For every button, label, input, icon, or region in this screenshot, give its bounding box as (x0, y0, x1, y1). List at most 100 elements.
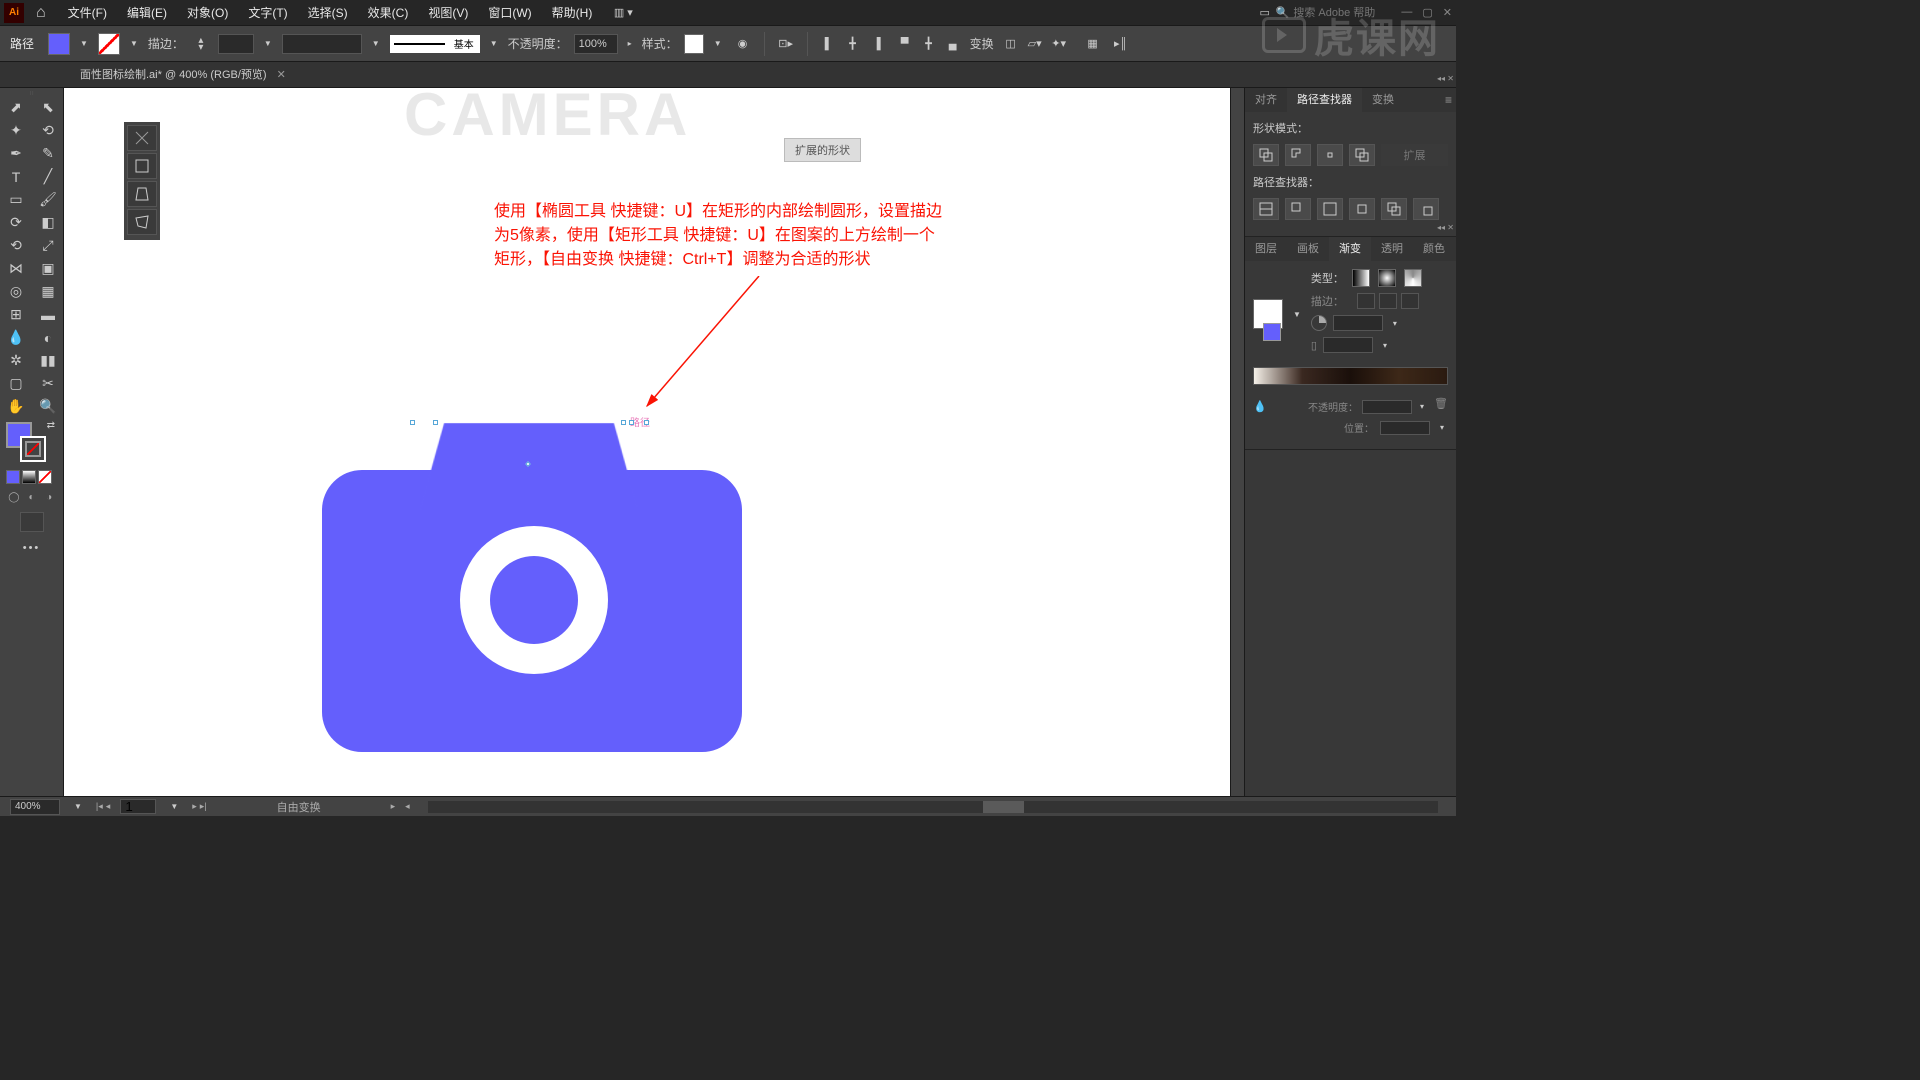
tab-pathfinder[interactable]: 路径查找器 (1287, 88, 1362, 112)
expand-button[interactable]: 扩展 (1381, 144, 1448, 166)
magic-wand-tool-icon[interactable]: ✦ (0, 119, 32, 142)
search-box[interactable]: 🔍 (1276, 6, 1384, 19)
status-back-icon[interactable]: ◂ (405, 801, 410, 812)
align-bottom-icon[interactable]: ▄ (942, 33, 964, 55)
last-artboard-icon[interactable]: ▸| (200, 801, 207, 812)
shape-icon[interactable]: ▱▾ (1024, 33, 1046, 55)
eyedropper-tool-icon[interactable]: 💧 (0, 326, 32, 349)
expanded-shape-chip[interactable]: 扩展的形状 (784, 138, 861, 162)
search-input[interactable] (1293, 7, 1383, 19)
screen-mode-icon[interactable] (20, 512, 44, 532)
delete-stop-icon[interactable]: 🗑 (1434, 397, 1448, 410)
prev-artboard-icon[interactable]: ◂ (106, 801, 111, 812)
lasso-tool-icon[interactable]: ⟲ (32, 119, 64, 142)
chevron-down-icon[interactable]: ▾ (1379, 341, 1391, 350)
color-mode-icon[interactable] (6, 470, 20, 484)
aspect-input[interactable] (1323, 337, 1373, 353)
tab-color[interactable]: 颜色 (1413, 237, 1455, 261)
shaper-tool-icon[interactable]: ⟳ (0, 211, 32, 234)
stroke-weight-input[interactable] (218, 34, 254, 54)
chevron-down-icon[interactable]: ▼ (486, 39, 502, 48)
minus-back-icon[interactable] (1413, 198, 1439, 220)
tab-artboards[interactable]: 画板 (1287, 237, 1329, 261)
chevron-down-icon[interactable]: ▼ (368, 39, 384, 48)
menu-help[interactable]: 帮助(H) (542, 0, 603, 26)
selection-handle[interactable] (410, 420, 415, 425)
tab-align[interactable]: 对齐 (1245, 88, 1287, 112)
menu-type[interactable]: 文字(T) (238, 0, 297, 26)
status-play-icon[interactable]: ▸ (391, 801, 396, 812)
curvature-tool-icon[interactable]: ✎ (32, 142, 64, 165)
stroke-within-icon[interactable] (1357, 293, 1375, 309)
gradient-mode-icon[interactable] (22, 470, 36, 484)
align-hcenter-icon[interactable]: ╋ (842, 33, 864, 55)
type-tool-icon[interactable]: T (0, 165, 32, 188)
eraser-tool-icon[interactable]: ◧ (32, 211, 64, 234)
slice-tool-icon[interactable]: ✂ (32, 372, 64, 395)
stroke-along-icon[interactable] (1379, 293, 1397, 309)
transform-constrain-icon[interactable] (127, 125, 157, 151)
swap-fill-stroke-icon[interactable]: ⇄ (47, 420, 55, 431)
menu-window[interactable]: 窗口(W) (478, 0, 541, 26)
blend-tool-icon[interactable]: ◐ (32, 326, 64, 349)
draw-inside-icon[interactable]: ◑ (41, 490, 57, 504)
menu-edit[interactable]: 编辑(E) (117, 0, 177, 26)
style-swatch[interactable] (684, 34, 704, 54)
line-tool-icon[interactable]: ╱ (32, 165, 64, 188)
rotate-tool-icon[interactable]: ⟲ (0, 234, 32, 257)
chevron-right-icon[interactable]: ▸ (624, 39, 636, 48)
stop-opacity-input[interactable] (1362, 400, 1412, 414)
direct-selection-tool-icon[interactable]: ⬉ (32, 96, 64, 119)
pen-tool-icon[interactable]: ✒ (0, 142, 32, 165)
collapsed-panel-strip[interactable] (1230, 88, 1244, 796)
divide-icon[interactable] (1253, 198, 1279, 220)
selection-handle[interactable] (644, 420, 649, 425)
menu-file[interactable]: 文件(F) (58, 0, 117, 26)
eyedropper-icon[interactable]: 💧 (1253, 400, 1267, 413)
chevron-down-icon[interactable]: ▼ (166, 802, 182, 811)
perspective-tool-icon[interactable]: ▦ (32, 280, 64, 303)
workspace-icon[interactable]: ▭ (1254, 2, 1276, 24)
rectangle-tool-icon[interactable]: ▭ (0, 188, 32, 211)
tab-gradient[interactable]: 渐变 (1329, 237, 1371, 261)
tab-transform[interactable]: 变换 (1362, 88, 1404, 112)
gradient-stop-swatch[interactable] (1263, 323, 1281, 341)
draw-normal-icon[interactable]: ◯ (6, 490, 22, 504)
transform-icon[interactable]: ✦▾ (1048, 33, 1070, 55)
first-artboard-icon[interactable]: |◂ (96, 801, 103, 812)
minus-front-icon[interactable] (1285, 144, 1311, 166)
recolor-icon[interactable]: ◉ (732, 33, 754, 55)
scrollbar-thumb[interactable] (983, 801, 1023, 813)
align-right-icon[interactable]: ▐ (866, 33, 888, 55)
tab-transparency[interactable]: 透明 (1371, 237, 1413, 261)
align-panel-icon[interactable]: ⊡▸ (775, 33, 797, 55)
artboard-number-input[interactable] (120, 799, 156, 814)
chevron-down-icon[interactable]: ▼ (70, 802, 86, 811)
stop-position-input[interactable] (1380, 421, 1430, 435)
chevron-down-icon[interactable]: ▼ (260, 39, 276, 48)
intersect-icon[interactable] (1317, 144, 1343, 166)
hand-tool-icon[interactable]: ✋ (0, 395, 32, 418)
chevron-down-icon[interactable]: ▾ (1389, 319, 1401, 328)
angle-icon[interactable] (1311, 315, 1327, 331)
stroke-swatch[interactable] (98, 33, 120, 55)
none-mode-icon[interactable] (38, 470, 52, 484)
menu-object[interactable]: 对象(O) (177, 0, 238, 26)
radial-gradient-icon[interactable] (1378, 269, 1396, 287)
selection-handle[interactable] (629, 420, 634, 425)
artboard-canvas[interactable]: CAMERA 扩展的形状 使用【椭圆工具 快捷键：U】在矩形的内部绘制圆形，设置… (64, 88, 1244, 796)
crop-icon[interactable] (1349, 198, 1375, 220)
horizontal-scrollbar[interactable] (428, 801, 1438, 813)
brush-preview[interactable]: 基本 (390, 35, 480, 53)
next-artboard-icon[interactable]: ▸ (192, 801, 197, 812)
transform-label[interactable]: 变换 (970, 35, 994, 52)
scale-tool-icon[interactable]: ⤢ (32, 234, 64, 257)
align-left-icon[interactable]: ▌ (818, 33, 840, 55)
gradient-tool-icon[interactable]: ▬ (32, 303, 64, 326)
chevron-down-icon[interactable]: ▼ (710, 39, 726, 48)
artboard-tool-icon[interactable]: ▢ (0, 372, 32, 395)
panel-menu-icon[interactable]: ▦ (1082, 33, 1104, 55)
minimize-icon[interactable]: — (1401, 6, 1412, 19)
merge-icon[interactable] (1317, 198, 1343, 220)
outline-icon[interactable] (1381, 198, 1407, 220)
